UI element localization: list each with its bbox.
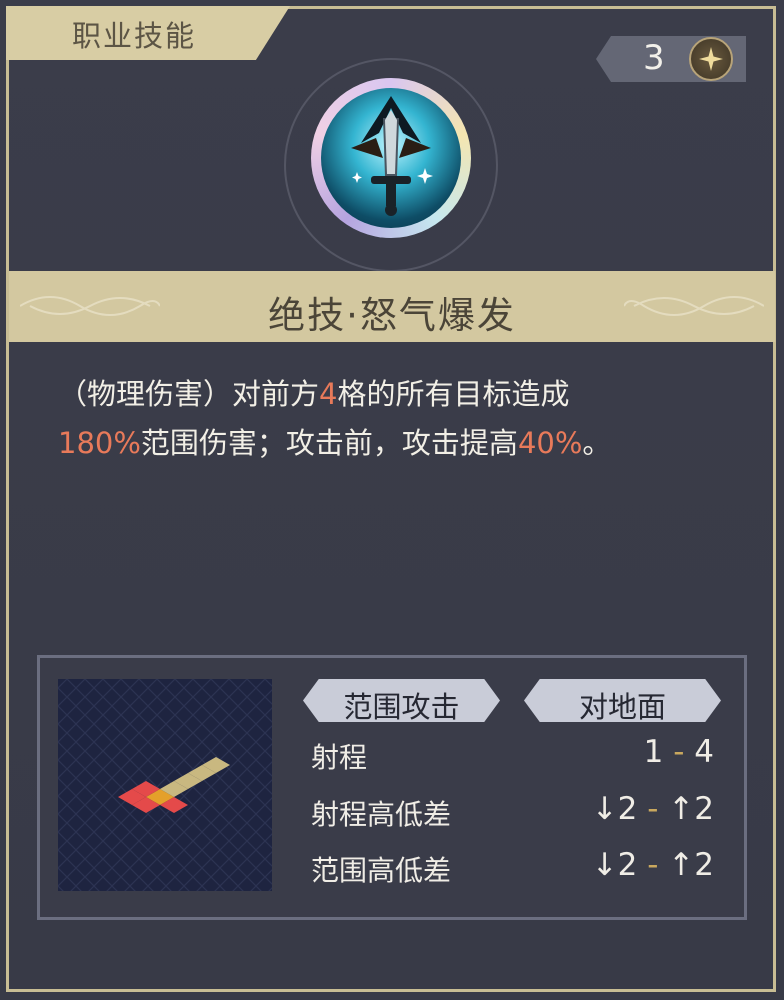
stat-sep: - bbox=[637, 791, 669, 827]
star-icon bbox=[689, 37, 733, 81]
stat-range-height-label: 射程高低差 bbox=[311, 798, 452, 831]
stat-area-height-label: 范围高低差 bbox=[311, 854, 452, 887]
desc-highlight: 4 bbox=[319, 377, 338, 411]
desc-text: 范围伤害；攻击前，攻击提高 bbox=[140, 426, 518, 460]
stat-range-value: 1 - 4 bbox=[644, 734, 714, 770]
sword-emblem-icon bbox=[321, 88, 461, 228]
stat-area-height-value: ↓2 - ↑2 bbox=[592, 847, 714, 883]
desc-text: （物理伤害）对前方 bbox=[58, 377, 320, 411]
stat-range-height-value: ↓2 - ↑2 bbox=[592, 791, 714, 827]
stat-min: ↓2 bbox=[591, 847, 638, 883]
stat-min: 1 bbox=[643, 734, 664, 770]
stat-max: ↑2 bbox=[668, 847, 714, 883]
skill-cost-value: 3 bbox=[643, 38, 665, 78]
skill-panel: 职业技能 3 绝技·怒气爆发 （物理伤害）对前方4格的所有目标造成 180%范围… bbox=[0, 0, 784, 1000]
desc-highlight: 180% bbox=[58, 426, 141, 460]
range-type-label: 范围攻击 bbox=[343, 690, 460, 724]
range-grid-preview bbox=[58, 679, 272, 891]
stat-sep: - bbox=[663, 734, 695, 770]
stat-sep: - bbox=[637, 847, 669, 883]
desc-text: 。 bbox=[582, 426, 612, 460]
category-tab-label: 职业技能 bbox=[72, 19, 197, 53]
stat-min: ↓2 bbox=[591, 791, 638, 827]
desc-text: 格的所有目标造成 bbox=[337, 377, 570, 411]
target-type-label: 对地面 bbox=[578, 690, 666, 724]
stat-max: ↑2 bbox=[668, 791, 714, 827]
desc-highlight: 40% bbox=[517, 426, 583, 460]
skill-description: （物理伤害）对前方4格的所有目标造成 180%范围伤害；攻击前，攻击提高40%。 bbox=[58, 370, 738, 468]
stat-max: 4 bbox=[694, 734, 714, 770]
skill-title: 绝技·怒气爆发 bbox=[268, 294, 516, 337]
stat-range-label: 射程 bbox=[311, 741, 368, 774]
